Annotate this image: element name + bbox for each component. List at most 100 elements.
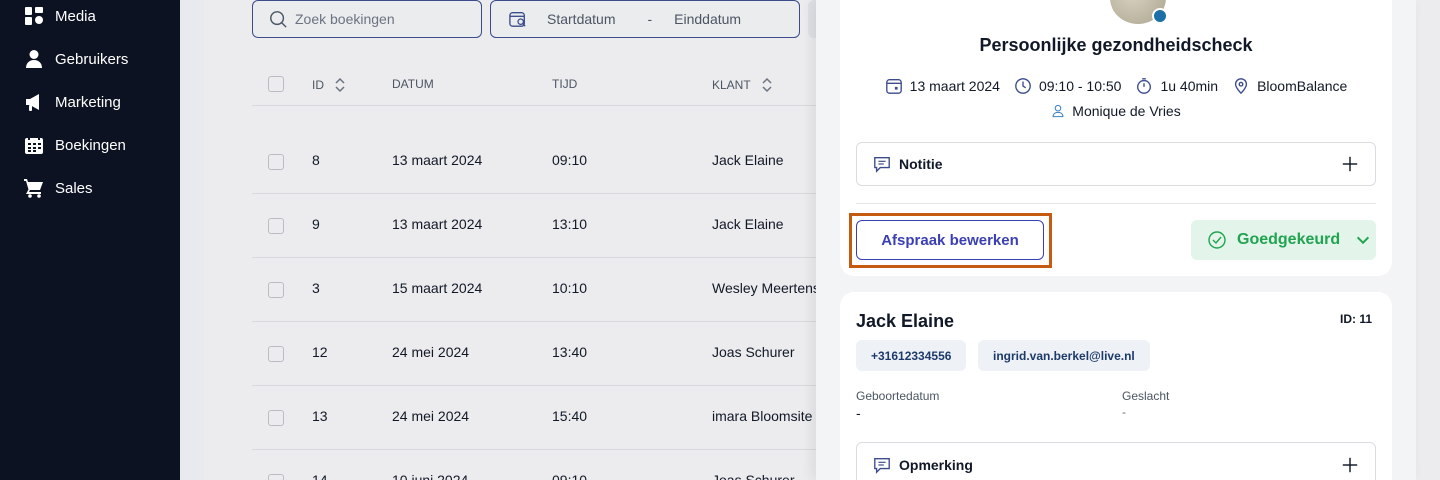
appointment-time: 09:10 - 10:50 — [1014, 77, 1122, 95]
cell-time: 09:10 — [552, 152, 588, 168]
column-header-id[interactable]: ID — [312, 77, 346, 93]
table-row[interactable]: 13 24 mei 2024 15:40 imara Bloomsite — [252, 386, 902, 450]
birthdate-value: - — [856, 405, 861, 421]
appointment-date-text: 13 maart 2024 — [909, 78, 1000, 94]
appointment-card: Persoonlijke gezondheidscheck 13 maart 2… — [840, 0, 1392, 276]
appointment-duration: 1u 40min — [1135, 77, 1218, 95]
sidebar-item-label: Sales — [55, 179, 93, 197]
table-row[interactable]: 8 13 maart 2024 09:10 Jack Elaine — [252, 130, 902, 194]
clock-icon — [1015, 78, 1031, 94]
stopwatch-icon — [1137, 78, 1152, 94]
cell-id: 9 — [312, 216, 320, 232]
cell-client: Jack Elaine — [712, 216, 784, 232]
sidebar: Media Gebruikers Marketing Boekingen Sal… — [0, 0, 180, 480]
calendar-search-icon — [509, 12, 526, 27]
column-header-label: KLANT — [712, 78, 751, 92]
table-row[interactable]: 3 15 maart 2024 10:10 Wesley Meertens — [252, 258, 902, 322]
status-dot — [1152, 8, 1168, 24]
appointment-title: Persoonlijke gezondheidscheck — [979, 35, 1253, 55]
table-row[interactable]: 9 13 maart 2024 13:10 Jack Elaine — [252, 194, 902, 258]
row-checkbox[interactable] — [268, 346, 284, 362]
sidebar-item-gebruikers[interactable]: Gebruikers — [24, 49, 128, 69]
cell-time: 10:10 — [552, 280, 588, 296]
appointment-time-text: 09:10 - 10:50 — [1038, 78, 1122, 94]
comment-icon — [874, 458, 890, 474]
cell-client: Wesley Meertens — [712, 280, 820, 296]
plus-icon[interactable] — [1341, 456, 1359, 474]
column-header-label: TIJD — [552, 77, 578, 91]
select-all-checkbox[interactable] — [268, 76, 284, 92]
comment-icon — [874, 157, 890, 173]
status-dropdown[interactable]: Goedgekeurd — [1191, 220, 1376, 260]
booking-detail-panel: Persoonlijke gezondheidscheck 13 maart 2… — [816, 0, 1416, 480]
status-label: Goedgekeurd — [1237, 231, 1341, 248]
plus-icon[interactable] — [1341, 155, 1359, 173]
remark-section[interactable]: Opmerking — [856, 442, 1376, 480]
sidebar-item-media[interactable]: Media — [24, 6, 96, 26]
employee-name: Monique de Vries — [1072, 103, 1181, 119]
megaphone-icon — [26, 94, 39, 111]
row-checkbox[interactable] — [268, 410, 284, 426]
sidebar-item-marketing[interactable]: Marketing — [24, 92, 121, 112]
cell-date: 13 maart 2024 — [392, 216, 483, 232]
check-circle-icon — [1208, 231, 1226, 249]
search-icon — [270, 11, 287, 28]
appointment-employee: Monique de Vries — [840, 103, 1392, 119]
appointment-date: 13 maart 2024 — [885, 77, 1000, 95]
chevron-down-icon — [1357, 236, 1370, 245]
column-header-time: TIJD — [552, 77, 577, 91]
row-checkbox[interactable] — [268, 282, 284, 298]
cell-id: 13 — [312, 408, 328, 424]
user-icon — [1052, 104, 1064, 118]
column-header-date: DATUM — [392, 77, 434, 91]
start-date-field[interactable]: Startdatum — [547, 11, 615, 27]
cell-id: 3 — [312, 280, 320, 296]
cell-id: 8 — [312, 152, 320, 168]
sidebar-item-boekingen[interactable]: Boekingen — [24, 135, 126, 155]
row-checkbox[interactable] — [268, 474, 284, 480]
cell-date: 15 maart 2024 — [392, 280, 483, 296]
email-chip[interactable]: ingrid.van.berkel@live.nl — [978, 340, 1150, 371]
note-section[interactable]: Notitie — [856, 142, 1376, 186]
column-header-label: ID — [312, 78, 324, 92]
row-checkbox[interactable] — [268, 218, 284, 234]
row-checkbox[interactable] — [268, 154, 284, 170]
sidebar-item-label: Boekingen — [55, 136, 126, 154]
phone-chip[interactable]: +31612334556 — [856, 340, 967, 371]
sort-icon — [762, 77, 772, 93]
date-range-picker[interactable]: Startdatum - Einddatum — [490, 0, 800, 38]
sidebar-item-label: Marketing — [55, 93, 121, 111]
column-header-label: DATUM — [392, 77, 434, 91]
sidebar-item-label: Media — [55, 7, 96, 25]
gender-value: - — [1122, 405, 1126, 419]
appointment-meta: 13 maart 2024 09:10 - 10:50 1u 40min Blo… — [840, 77, 1392, 95]
birthdate-label: Geboortedatum — [856, 389, 940, 403]
search-input[interactable] — [295, 11, 475, 27]
sidebar-item-sales[interactable]: Sales — [24, 178, 93, 198]
remark-label: Opmerking — [899, 457, 973, 473]
cell-date: 24 mei 2024 — [392, 344, 470, 360]
column-header-client[interactable]: KLANT — [712, 77, 773, 93]
cell-client: imara Bloomsite — [712, 408, 813, 424]
sort-icon — [335, 77, 345, 93]
cell-id: 12 — [312, 344, 328, 360]
edit-appointment-button[interactable]: Afspraak bewerken — [856, 220, 1044, 260]
cell-client: Jack Elaine — [712, 152, 784, 168]
divider — [856, 203, 1376, 204]
end-date-field[interactable]: Einddatum — [674, 11, 741, 27]
sidebar-item-label: Gebruikers — [55, 50, 129, 68]
cell-time: 13:10 — [552, 216, 588, 232]
cell-client: Joas Schurer — [712, 472, 795, 480]
employee: Monique de Vries — [1051, 103, 1181, 119]
gender-label: Geslacht — [1122, 389, 1170, 403]
client-card: Jack Elaine ID: 11 +31612334556 ingrid.v… — [840, 292, 1392, 480]
table-row[interactable]: 14 10 juni 2024 09:10 Joas Schurer — [252, 450, 902, 480]
search-box[interactable] — [252, 0, 482, 38]
note-label: Notitie — [899, 156, 943, 172]
cell-client: Joas Schurer — [712, 344, 795, 360]
calendar-icon — [885, 79, 902, 94]
client-name: Jack Elaine — [856, 311, 955, 331]
cell-id: 14 — [312, 472, 328, 480]
location-pin-icon — [1234, 78, 1248, 95]
table-row[interactable]: 12 24 mei 2024 13:40 Joas Schurer — [252, 322, 902, 386]
